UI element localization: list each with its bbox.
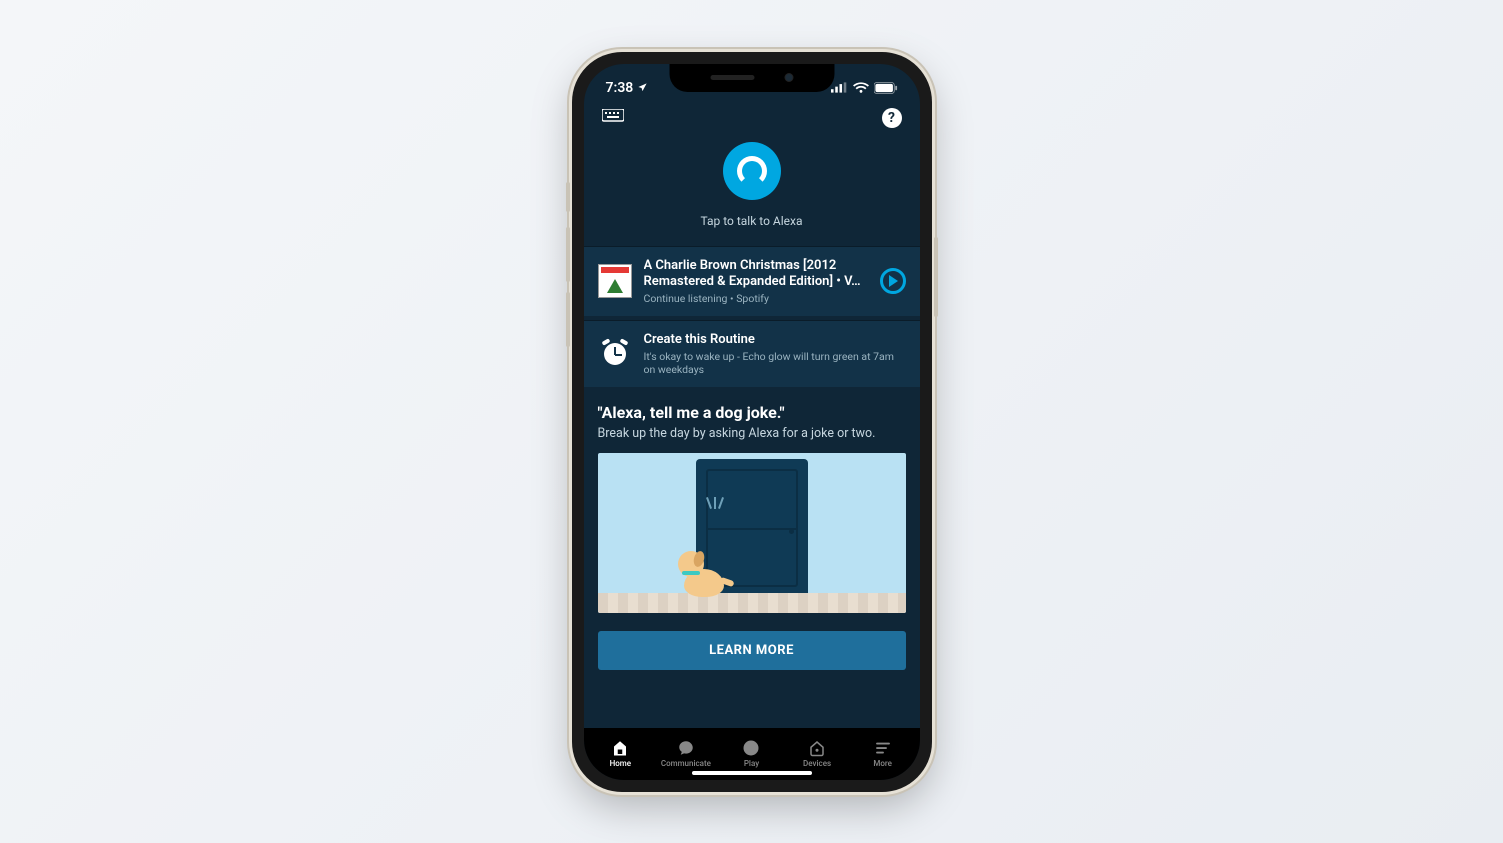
power-button [934,237,938,317]
routine-subtitle: It's okay to wake up - Echo glow will tu… [644,350,906,376]
wifi-icon [853,82,869,94]
home-icon [611,739,629,757]
communicate-icon [677,739,695,757]
location-arrow-icon [637,82,648,93]
tab-communicate-label: Communicate [661,759,711,768]
tab-home[interactable]: Home [591,739,649,768]
devices-icon [808,739,826,757]
tab-play-label: Play [744,759,759,768]
cellular-signal-icon [831,82,848,93]
feature-subtitle: Break up the day by asking Alexa for a j… [598,426,906,441]
alarm-clock-icon [598,337,632,371]
tab-devices[interactable]: Devices [788,739,846,768]
now-playing-card[interactable]: A Charlie Brown Christmas [2012 Remaster… [584,246,920,317]
alexa-orb-button[interactable] [723,142,781,200]
routine-title: Create this Routine [644,332,906,348]
mute-switch [566,182,570,212]
now-playing-subtitle: Continue listening • Spotify [644,292,868,305]
phone-screen: 7:38 [584,64,920,780]
home-indicator[interactable] [692,771,812,775]
phone-frame: 7:38 [572,52,932,792]
volume-up-button [566,227,570,282]
album-art-icon [598,264,632,298]
earpiece-speaker [710,75,754,80]
dog-illustration [678,543,734,597]
feature-title: "Alexa, tell me a dog joke." [598,403,906,422]
feature-section: "Alexa, tell me a dog joke." Break up th… [584,387,920,621]
help-icon[interactable]: ? [882,108,902,128]
learn-more-button[interactable]: LEARN MORE [598,631,906,670]
routine-card[interactable]: Create this Routine It's okay to wake up… [584,320,920,387]
keyboard-icon[interactable] [602,108,624,127]
feature-illustration [598,453,906,613]
play-tab-icon [742,739,760,757]
battery-icon [874,82,898,94]
tab-more-label: More [873,759,892,768]
tab-play[interactable]: Play [722,739,780,768]
alexa-ring-icon [737,156,767,186]
tap-to-talk-label: Tap to talk to Alexa [584,214,920,228]
volume-down-button [566,292,570,347]
phone-notch [669,64,834,92]
more-icon [874,739,892,757]
tab-devices-label: Devices [803,759,831,768]
now-playing-title: A Charlie Brown Christmas [2012 Remaster… [644,258,868,291]
tab-home-label: Home [610,759,631,768]
tab-communicate[interactable]: Communicate [657,739,715,768]
tab-more[interactable]: More [854,739,912,768]
front-camera [784,73,793,82]
play-icon[interactable] [880,268,906,294]
status-time: 7:38 [606,80,634,96]
